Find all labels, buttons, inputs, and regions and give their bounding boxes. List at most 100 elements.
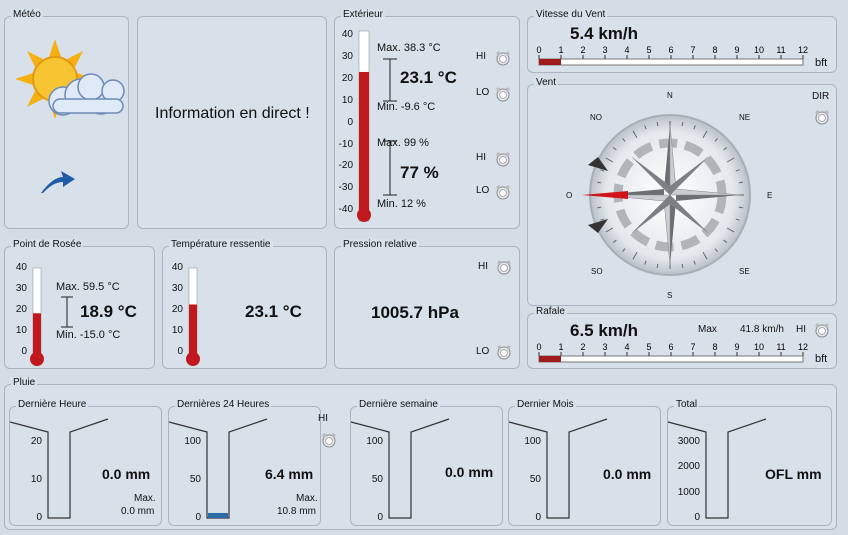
gust-max-value: 41.8 km/h xyxy=(740,324,784,335)
info-panel: Information en direct ! xyxy=(137,16,327,229)
humidity-lo-alarm-icon[interactable] xyxy=(495,184,511,200)
rain-scale-tick: 3000 xyxy=(677,436,700,447)
pressure-lo-alarm-icon[interactable] xyxy=(496,344,512,360)
feels-like-mercury xyxy=(189,304,197,359)
rain-scale-tick: 2000 xyxy=(677,461,700,473)
temperature-hi-alarm-icon[interactable] xyxy=(495,50,511,66)
humidity-lo-label: LO xyxy=(476,185,490,196)
gust-hi-label: HI xyxy=(796,324,806,335)
rain-scale-tick: 0 xyxy=(195,512,201,523)
compass-rose xyxy=(582,114,751,276)
gust-title: Rafale xyxy=(534,306,567,317)
compass-tick xyxy=(738,181,743,184)
compass-tick xyxy=(681,122,684,127)
gust-hi-alarm-icon[interactable] xyxy=(814,322,830,338)
humidity-value: 77 % xyxy=(400,163,439,182)
beaufort-tick-label: 5 xyxy=(646,342,651,352)
rain-funnel xyxy=(508,418,608,519)
compass-tick xyxy=(597,206,602,209)
rain-month-panel: Dernier Mois 100 50 0 0.0 mm xyxy=(508,399,661,526)
temperature-lo-alarm-icon[interactable] xyxy=(495,86,511,102)
wind-speed-panel: Vitesse du Vent 5.4 km/h 0 1 2 3 4 5 6 7 8 9 10 11 1… xyxy=(527,9,837,73)
dew-point-max: Max. 59.5 °C xyxy=(56,281,120,293)
temperature-hi-label: HI xyxy=(476,51,486,62)
rain-scale-tick: 50 xyxy=(529,474,541,485)
compass-tick xyxy=(656,263,659,268)
temperature-range-bracket xyxy=(383,58,397,196)
compass-ne: NE xyxy=(739,113,751,122)
beaufort-tick-label: 0 xyxy=(536,45,541,55)
beaufort-tick-label: 5 xyxy=(646,45,651,55)
temperature-min: Min. -9.6 °C xyxy=(377,101,436,113)
compass-tick xyxy=(738,206,743,209)
beaufort-tick-label: 1 xyxy=(558,45,563,55)
meteo-title: Météo xyxy=(11,9,43,20)
compass-tick xyxy=(597,181,602,184)
humidity-hi-alarm-icon[interactable] xyxy=(495,151,511,167)
compass-s: S xyxy=(667,291,673,300)
rain-month-value: 0.0 mm xyxy=(603,466,652,482)
beaufort-tick-label: 2 xyxy=(580,45,585,55)
rain-scale-tick: 0 xyxy=(377,512,383,523)
rain-24h-panel: Dernières 24 Heures HI 100 50 0 6.4 mm Max… xyxy=(168,399,336,526)
compass-tick xyxy=(656,122,659,127)
info-text: Information en direct ! xyxy=(155,105,310,122)
rain-panel: Pluie Dernière Heure 20 10 0 0.0 mm Max. 0… xyxy=(4,377,837,530)
beaufort-tick-label: 10 xyxy=(754,45,764,55)
rain-total-value: OFL mm xyxy=(765,466,822,482)
rain-scale-tick: 0 xyxy=(36,512,42,523)
rain-funnel xyxy=(9,418,109,519)
trend-arrow-icon xyxy=(41,171,75,193)
rain-funnel-outline xyxy=(508,418,608,519)
beaufort-tick-label: 7 xyxy=(690,45,695,55)
rain-hour-panel: Dernière Heure 20 10 0 0.0 mm Max. 0.0 mm xyxy=(9,399,162,526)
rain-hour-max-label: Max. xyxy=(134,493,156,504)
exterieur-panel: Extérieur 40 30 20 10 0 -10 -20 -30 -40 Max. 38.… xyxy=(334,9,520,229)
rain-hour-max-value: 0.0 mm xyxy=(121,506,155,517)
rain-funnel-outline xyxy=(350,418,450,519)
beaufort-tick-label: 0 xyxy=(536,342,541,352)
compass-o: O xyxy=(566,191,573,200)
rain-scale-tick: 100 xyxy=(524,436,541,447)
rain-funnel xyxy=(168,418,268,519)
rain-title: Pluie xyxy=(11,377,38,388)
beaufort-tick-label: 4 xyxy=(624,342,629,352)
rain-scale-tick: 50 xyxy=(371,474,383,485)
rain-total-panel: Total 3000 2000 1000 0 OFL mm xyxy=(667,399,832,526)
beaufort-tick-label: 9 xyxy=(734,45,739,55)
rain-hour-value: 0.0 mm xyxy=(102,466,151,482)
rain-24h-hi-alarm-icon[interactable] xyxy=(321,432,337,448)
rain-24h-value: 6.4 mm xyxy=(265,466,314,482)
rain-scale-tick: 100 xyxy=(184,436,201,447)
beaufort-tick-label: 8 xyxy=(712,45,717,55)
rain-week-panel: Dernière semaine 100 50 0 0.0 mm xyxy=(350,399,503,526)
beaufort-tick-label: 11 xyxy=(776,45,785,55)
dew-point-panel: Point de Rosée 40 30 20 10 0 Max. 59.5 °C 18… xyxy=(4,239,155,369)
beaufort-tick-label: 12 xyxy=(798,342,808,352)
beaufort-tick-label: 3 xyxy=(602,45,607,55)
wind-direction-panel: Vent DIR N NE E SE S SO O NO xyxy=(527,77,837,306)
beaufort-tick-label: 9 xyxy=(734,342,739,352)
beaufort-track xyxy=(538,58,804,66)
compass-se: SE xyxy=(739,267,750,276)
wind-speed-title: Vitesse du Vent xyxy=(534,9,608,20)
pressure-hi-alarm-icon[interactable] xyxy=(496,259,512,275)
rain-24h-max-value: 10.8 mm xyxy=(277,506,316,517)
wind-speed-value: 5.4 km/h xyxy=(570,24,639,43)
humidity-hi-label: HI xyxy=(476,152,486,163)
rain-level xyxy=(208,512,228,518)
rain-funnel-outline xyxy=(9,418,109,519)
rain-funnel-outline xyxy=(168,418,268,519)
beaufort-tick-label: 3 xyxy=(602,342,607,352)
pressure-lo-label: LO xyxy=(476,346,490,357)
beaufort-fill xyxy=(539,356,561,362)
gust-value: 6.5 km/h xyxy=(570,321,639,340)
humidity-min: Min. 12 % xyxy=(377,198,426,210)
dew-point-value: 18.9 °C xyxy=(80,302,137,321)
humidity-max: Max. 99 % xyxy=(377,137,429,149)
gust-max-label: Max xyxy=(698,324,717,335)
beaufort-tick-label: 10 xyxy=(754,342,764,352)
pressure-title: Pression relative xyxy=(341,239,419,250)
rain-scale-tick: 10 xyxy=(30,474,42,485)
beaufort-tick-label: 6 xyxy=(668,45,673,55)
